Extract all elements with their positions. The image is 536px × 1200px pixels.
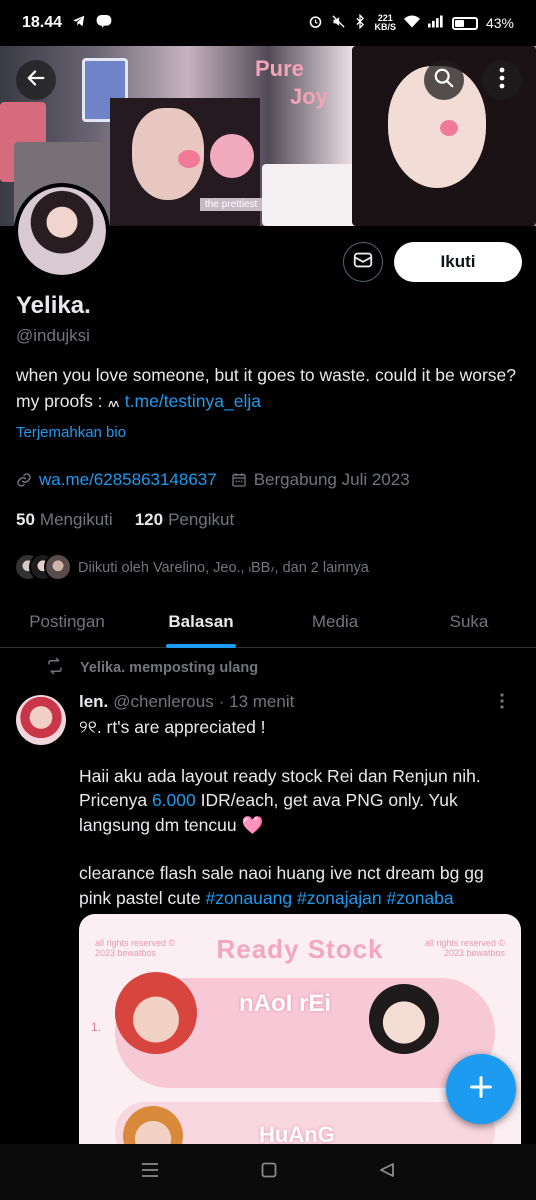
repost-text[interactable]: Yelika. memposting ulang [80, 660, 258, 676]
battery-percent: 43% [485, 15, 514, 31]
profile-bio: when you love someone, but it goes to wa… [16, 362, 521, 414]
telegram-icon [72, 14, 86, 32]
avatar [44, 553, 72, 581]
layout-name: nAoI rEi [239, 990, 332, 1017]
repost-indicator: Yelika. memposting ulang [48, 657, 258, 676]
more-vertical-icon [500, 693, 504, 713]
line-app-icon [96, 14, 112, 32]
following-link[interactable]: 50 Mengikuti [16, 510, 113, 530]
tab-replies[interactable]: Balasan [134, 596, 268, 647]
followers-link[interactable]: 120 Pengikut [135, 510, 235, 530]
mail-icon [352, 249, 374, 276]
layout-avatar [115, 972, 197, 1054]
followers-label: Pengikut [168, 510, 235, 529]
bio-link[interactable]: t.me/testinya_elja [125, 391, 261, 411]
website-link[interactable]: wa.me/6285863148637 [39, 470, 217, 490]
followers-count: 120 [134, 510, 164, 529]
profile-display-name: Yelika. [16, 292, 91, 319]
post-author-name[interactable]: len. [79, 692, 108, 712]
status-time: 18.44 [22, 14, 63, 31]
banner-collage-piece [262, 164, 358, 226]
banner-blush-sticker [440, 120, 458, 136]
bio-text: when you love someone, but it goes to wa… [16, 365, 517, 411]
pink-heart-emoji: 🩷 [241, 814, 264, 835]
post-author-avatar[interactable] [16, 695, 66, 745]
bluetooth-icon [354, 13, 366, 32]
more-vertical-icon [499, 67, 505, 94]
follow-stats: 50 Mengikuti 120 Pengikut [16, 510, 234, 530]
tab-posts[interactable]: Postingan [0, 596, 134, 647]
followed-by-row[interactable]: Diikuti oleh Varelino, Jeo., ៲BB៸, dan 2… [14, 553, 369, 581]
banner-caption: the prettiest [200, 198, 263, 211]
layout-name: HuAnG [259, 1122, 335, 1144]
hashtag-link[interactable]: #zonauang [205, 888, 292, 908]
layout-number: 1. [91, 1020, 102, 1034]
search-icon [433, 67, 455, 94]
back-button[interactable] [16, 60, 56, 100]
network-speed: 221 KB/S [374, 14, 396, 32]
status-bar: 18.44 221 KB/S 43% [0, 0, 536, 46]
recent-apps-button[interactable] [141, 1162, 159, 1183]
speed-unit: KB/S [374, 22, 396, 32]
post-header: len. @chenlerous · 13 menit [79, 692, 294, 712]
more-options-button[interactable] [482, 60, 522, 100]
following-count: 50 [16, 510, 35, 529]
layout-avatar [369, 984, 439, 1054]
profile-avatar[interactable] [14, 183, 110, 279]
hashtag-link[interactable]: #zonajajan [297, 888, 382, 908]
post-more-button[interactable] [500, 693, 504, 714]
plus-icon [467, 1073, 495, 1106]
back-nav-button[interactable] [379, 1162, 395, 1183]
battery-icon [451, 16, 478, 30]
post-paragraph-3: clearance flash sale naoi huang ive nct … [79, 861, 519, 910]
compose-post-button[interactable] [446, 1054, 516, 1124]
repost-icon [46, 657, 64, 679]
post-line-1: ୨୧. rt's are appreciated ! [79, 717, 266, 737]
wifi-icon [403, 15, 420, 31]
banner-heart-sticker [210, 134, 254, 178]
signal-icon [427, 15, 444, 31]
avatar-image [18, 187, 106, 275]
translate-bio-link[interactable]: Terjemahkan bio [16, 424, 126, 441]
tab-likes[interactable]: Suka [402, 596, 536, 647]
profile-meta: wa.me/6285863148637 Bergabung Juli 2023 [16, 470, 410, 490]
arrow-left-icon [25, 67, 47, 94]
banner-text-joy: Joy [290, 84, 328, 109]
post-time: · 13 menit [218, 692, 295, 711]
system-nav-bar [0, 1144, 536, 1200]
link-icon [16, 472, 32, 488]
profile-handle: @indujksi [16, 326, 90, 345]
banner-text-pure: Pure [255, 56, 304, 81]
following-label: Mengikuti [39, 510, 113, 529]
post-paragraph-2: Haii aku ada layout ready stock Rei dan … [79, 764, 519, 838]
followed-by-text: Diikuti oleh Varelino, Jeo., ៲BB៸, dan 2… [78, 560, 369, 576]
profile-tabs: Postingan Balasan Media Suka [0, 596, 536, 648]
calendar-icon [231, 472, 247, 488]
banner-blush-sticker [178, 150, 200, 168]
post-text: ୨୧. rt's are appreciated ! Haii aku ada … [79, 715, 519, 910]
message-button[interactable] [343, 242, 383, 282]
follower-avatars [14, 553, 72, 581]
joined-date: Bergabung Juli 2023 [253, 470, 410, 489]
hashtag-link[interactable]: #zonaba [387, 888, 454, 908]
alarm-icon [308, 14, 323, 32]
tab-media[interactable]: Media [268, 596, 402, 647]
follow-button[interactable]: Ikuti [394, 242, 522, 282]
search-button[interactable] [424, 60, 464, 100]
price-link[interactable]: 6.000 [152, 790, 196, 810]
post-author-handle[interactable]: @chenlerous [113, 692, 213, 712]
home-button[interactable] [261, 1162, 277, 1183]
image-title: Ready Stock [216, 934, 384, 964]
mute-icon [331, 14, 346, 32]
battery-fill [454, 19, 464, 27]
